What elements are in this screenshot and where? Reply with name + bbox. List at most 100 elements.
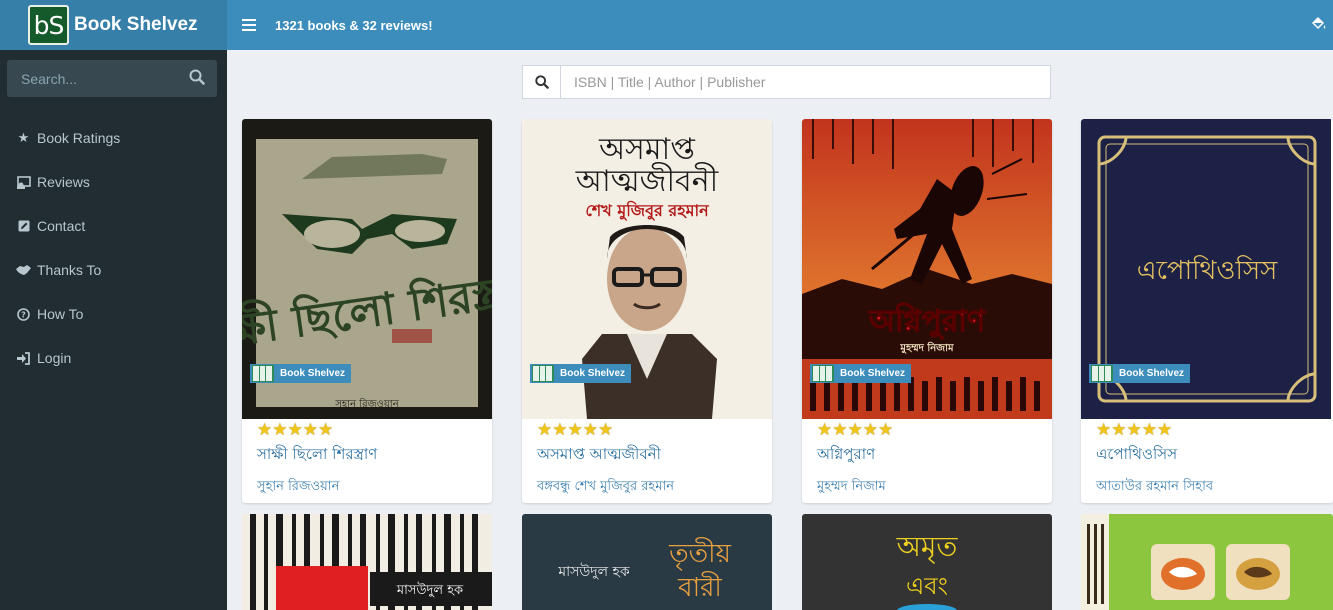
- star-icon: ★: [832, 420, 848, 440]
- star-half-icon: ★: [17, 130, 30, 145]
- book-search-bar[interactable]: [522, 65, 1051, 99]
- sign-in-icon: [15, 351, 32, 365]
- cover-title: এপোথিওসিস: [1137, 255, 1278, 286]
- book-card[interactable]: অসমাপ্ত আত্মজীবনী শেখ মুজিবুর রহমান Book…: [522, 119, 772, 503]
- sidebar-item-label: Contact: [37, 218, 86, 234]
- star-icon: ★: [582, 420, 598, 440]
- sidebar-item-book-ratings[interactable]: ★ Book Ratings: [0, 116, 227, 160]
- book-title[interactable]: অসমাপ্ত আত্মজীবনী: [522, 443, 772, 468]
- book-shelvez-badge: Book Shelvez: [1089, 364, 1191, 383]
- search-icon[interactable]: [523, 66, 561, 98]
- book-card[interactable]: অগ্নিপুরাণ মুহম্মদ নিজাম Book Shelvez ★ ★…: [802, 119, 1052, 503]
- sidebar-item-label: Book Ratings: [37, 130, 121, 146]
- cover-author: মাসউদুল হক: [557, 563, 630, 580]
- book-search-input[interactable]: [561, 66, 1050, 98]
- cover-title: অগ্নিপুরাণ: [868, 302, 987, 340]
- book-cover[interactable]: সাক্ষী ছিলো শিরস্ত্রাণ সুহান রিজওয়ান Bo…: [242, 119, 492, 419]
- badge-label: Book Shelvez: [840, 368, 906, 379]
- sidebar-item-contact[interactable]: Contact: [0, 204, 227, 248]
- brand-logo: bS: [28, 5, 69, 45]
- cover-title-line-2: আত্মজীবনী: [575, 162, 719, 199]
- star-icon: ★: [1157, 420, 1173, 440]
- sidebar-item-login[interactable]: Login: [0, 336, 227, 380]
- book-cover[interactable]: অসমাপ্ত আত্মজীবনী শেখ মুজিবুর রহমান Book…: [522, 119, 772, 419]
- sidebar-menu: ★ Book Ratings Reviews Contact Thanks To…: [0, 116, 227, 380]
- sidebar: Search... ★ Book Ratings Reviews Contact…: [0, 50, 227, 610]
- book-title[interactable]: সাক্ষী ছিলো শিরস্ত্রাণ: [242, 443, 492, 468]
- book-cover[interactable]: অগ্নিপুরাণ মুহম্মদ নিজাম Book Shelvez: [802, 119, 1052, 419]
- book-cover[interactable]: এপোথিওসিস Book Shelvez: [1081, 119, 1331, 419]
- cover-title-line-1: অমৃত: [896, 530, 959, 564]
- book-card[interactable]: [1081, 514, 1333, 610]
- sidebar-item-thanks-to[interactable]: Thanks To: [0, 248, 227, 292]
- book-cover[interactable]: [1081, 514, 1333, 610]
- sidebar-toggle-icon[interactable]: [242, 19, 256, 31]
- cover-title-line-2: এবং: [906, 572, 948, 600]
- star-icon: ★: [878, 420, 894, 440]
- book-card[interactable]: মাসউদুল হক তৃতীয় বারী: [522, 514, 772, 610]
- search-icon[interactable]: [189, 69, 205, 89]
- star-icon: ★: [1126, 420, 1142, 440]
- book-author[interactable]: বঙ্গবন্ধু শেখ মুজিবুর রহমান: [522, 477, 772, 498]
- rating-stars: ★ ★ ★ ★ ★: [522, 419, 772, 440]
- sidebar-search[interactable]: Search...: [7, 60, 217, 97]
- brand-name: Book Shelvez: [74, 14, 198, 35]
- bookshelf-icon: [812, 365, 834, 382]
- book-cover[interactable]: অমৃত এবং: [802, 514, 1052, 610]
- cover-author: মুহম্মদ নিজাম: [899, 341, 954, 355]
- star-icon: ★: [1141, 420, 1157, 440]
- book-reader-icon: [15, 175, 32, 189]
- question-circle-icon: ?: [15, 307, 32, 321]
- star-icon: ★: [537, 420, 553, 440]
- bookshelf-icon: [252, 365, 274, 382]
- topbar-title: 1321 books & 32 reviews!: [275, 17, 433, 33]
- paint-bucket-icon[interactable]: [1310, 16, 1327, 36]
- cover-title-line-2: বারী: [677, 571, 722, 603]
- book-author[interactable]: সুহান রিজওয়ান: [242, 477, 492, 498]
- star-icon: ★: [302, 420, 318, 440]
- star-icon: ★: [318, 420, 334, 440]
- sidebar-item-label: Login: [37, 350, 72, 366]
- cover-author: মাসউদুল হক: [396, 582, 464, 598]
- book-shelvez-badge: Book Shelvez: [530, 364, 632, 383]
- book-card[interactable]: সাক্ষী ছিলো শিরস্ত্রাণ সুহান রিজওয়ান Bo…: [242, 119, 492, 503]
- book-shelvez-badge: Book Shelvez: [810, 364, 912, 383]
- book-cover[interactable]: মাসউদুল হক তৃতীয় বারী: [522, 514, 772, 610]
- sidebar-item-label: How To: [37, 306, 84, 322]
- top-navbar: 1321 books & 32 reviews!: [227, 0, 1333, 50]
- star-icon: ★: [1111, 420, 1127, 440]
- star-icon: ★: [598, 420, 614, 440]
- cover-author: সুহান রিজওয়ান: [334, 398, 399, 410]
- svg-text:?: ?: [21, 310, 26, 319]
- cover-author: শেখ মুজিবুর রহমান: [585, 200, 710, 221]
- book-cover[interactable]: মাসউদুল হক: [242, 514, 492, 610]
- star-icon: ★: [847, 420, 863, 440]
- sidebar-item-label: Thanks To: [37, 262, 102, 278]
- sidebar-item-reviews[interactable]: Reviews: [0, 160, 227, 204]
- book-title[interactable]: এপোথিওসিস: [1081, 443, 1333, 468]
- book-card[interactable]: অমৃত এবং: [802, 514, 1052, 610]
- star-icon: ★: [862, 420, 878, 440]
- sidebar-search-input[interactable]: Search...: [21, 71, 77, 87]
- badge-label: Book Shelvez: [280, 368, 346, 379]
- badge-label: Book Shelvez: [560, 368, 626, 379]
- star-icon: ★: [1096, 420, 1112, 440]
- star-icon: ★: [567, 420, 583, 440]
- star-icon: ★: [552, 420, 568, 440]
- cover-title-line-1: অসমাপ্ত: [598, 132, 696, 167]
- sidebar-item-how-to[interactable]: ? How To: [0, 292, 227, 336]
- rating-stars: ★ ★ ★ ★ ★: [1081, 419, 1333, 440]
- book-card[interactable]: মাসউদুল হক: [242, 514, 492, 610]
- book-author[interactable]: মুহম্মদ নিজাম: [802, 477, 1052, 498]
- book-shelvez-badge: Book Shelvez: [250, 364, 352, 383]
- star-icon: ★: [272, 420, 288, 440]
- badge-label: Book Shelvez: [1119, 368, 1185, 379]
- book-author[interactable]: আতাউর রহমান সিহাব: [1081, 477, 1333, 498]
- star-icon: ★: [287, 420, 303, 440]
- star-icon: ★: [817, 420, 833, 440]
- book-title[interactable]: অগ্নিপুরাণ: [802, 443, 1052, 468]
- cover-title-line-1: তৃতীয়: [668, 537, 731, 571]
- book-card[interactable]: এপোথিওসিস Book Shelvez ★ ★ ★ ★ ★ এপোথিওসিস আ…: [1081, 119, 1333, 503]
- handshake-icon: [15, 264, 32, 276]
- brand[interactable]: bS Book Shelvez: [0, 0, 227, 50]
